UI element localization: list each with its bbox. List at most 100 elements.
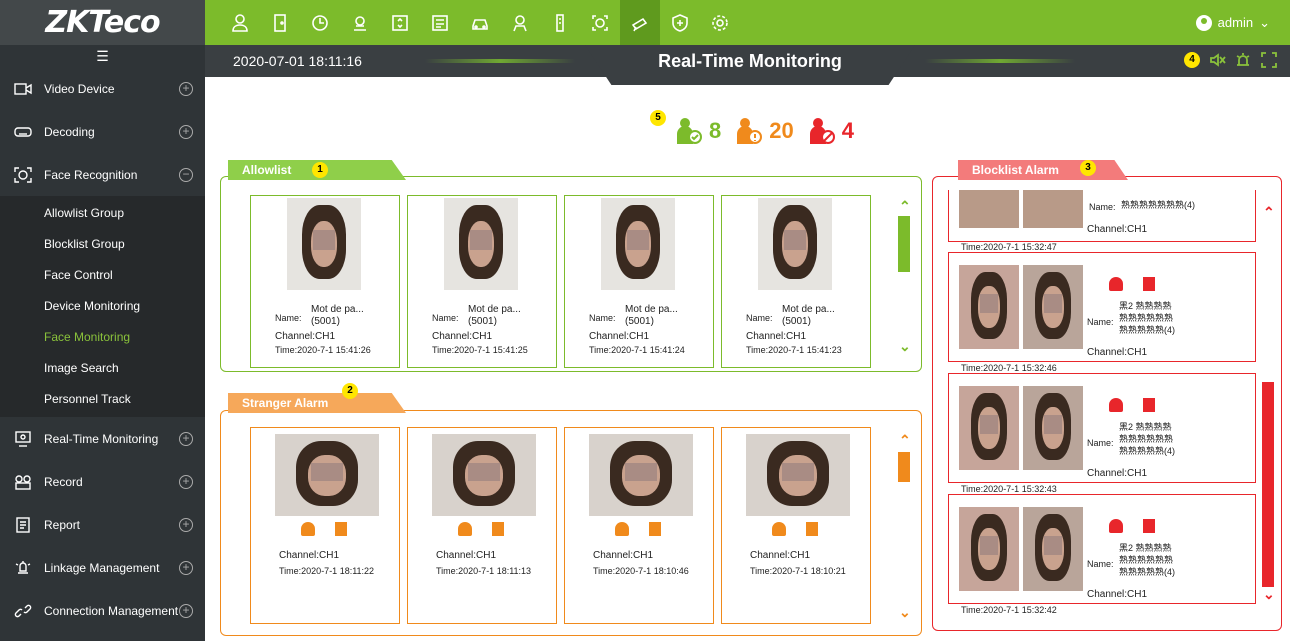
allowlist-card[interactable]: Name: Mot de pa... (5001) Channel:CH1 Time:2… — [407, 195, 557, 368]
document-icon[interactable] — [1143, 277, 1155, 291]
scroll-up-icon[interactable]: ⌃ — [1263, 204, 1275, 221]
stranger-alarm-card[interactable]: Channel:CH1 Time:2020-7-1 18:10:21 — [721, 427, 871, 624]
collapse-menu-icon[interactable]: ☰ — [0, 45, 205, 67]
clock-icon[interactable] — [300, 0, 340, 45]
scroll-down-icon[interactable]: ⌄ — [1263, 586, 1275, 603]
document-icon[interactable] — [649, 522, 661, 536]
captured-photo — [959, 190, 1019, 228]
sidebar-item-face-recognition[interactable]: Face Recognition − — [0, 153, 205, 196]
gear-person-icon[interactable] — [340, 0, 380, 45]
sidebar-item-decoding[interactable]: Decoding + — [0, 110, 205, 153]
user-menu[interactable]: admin ⌄ — [1195, 0, 1270, 45]
id-card-icon[interactable] — [420, 0, 460, 45]
stranger-alarm-card[interactable]: Channel:CH1 Time:2020-7-1 18:10:46 — [564, 427, 714, 624]
blocklist-card[interactable]: Name: 黑2 熟熟熟熟 熟熟熟熟熟熟 熟熟熟熟熟(4) Channel:CH1 Tim… — [948, 373, 1256, 494]
alarm-bell-icon[interactable] — [1109, 398, 1123, 412]
face-scan-icon[interactable] — [580, 0, 620, 45]
name-label: Name: — [1087, 317, 1114, 327]
visitor-icon[interactable] — [500, 0, 540, 45]
door-icon[interactable] — [260, 0, 300, 45]
allowlist-card[interactable]: Name: Mot de pa... (5001) Channel:CH1 Time:2… — [721, 195, 871, 368]
top-nav-bar: ZKTeco admin ⌄ — [0, 0, 1290, 45]
expand-icon[interactable]: + — [179, 603, 193, 618]
sidebar-item-connection-management[interactable]: Connection Management + — [0, 589, 205, 632]
alarm-bell-icon[interactable] — [1109, 519, 1123, 533]
callout-badge: 1 — [312, 162, 328, 178]
expand-icon[interactable]: + — [179, 560, 193, 575]
expand-icon[interactable]: + — [179, 517, 193, 532]
person-name: Mot de pa... — [311, 304, 364, 315]
patrol-icon[interactable] — [660, 0, 700, 45]
document-icon[interactable] — [335, 522, 347, 536]
elevator-icon[interactable] — [380, 0, 420, 45]
person-id: (5001) — [625, 316, 654, 327]
fullscreen-icon[interactable] — [1260, 51, 1278, 69]
expand-icon[interactable]: + — [179, 81, 193, 96]
blocklist-card[interactable]: Name: 黑2 熟熟熟熟 熟熟熟熟熟熟 熟熟熟熟熟(4) Channel:CH1 Tim… — [948, 252, 1256, 373]
sidebar-item-personnel-track[interactable]: Personnel Track — [0, 384, 205, 415]
channel-text: Channel:CH1 — [275, 331, 336, 342]
person-icon[interactable] — [220, 0, 260, 45]
camera-icon[interactable] — [620, 0, 660, 45]
blocklist-card[interactable]: Name: 熟熟熟熟熟熟熟(4) Channel:CH1 Time:2020-7… — [948, 190, 1256, 252]
document-icon[interactable] — [492, 522, 504, 536]
sidebar-item-real-time-monitoring[interactable]: Real-Time Monitoring + — [0, 417, 205, 460]
header-decoration — [425, 59, 575, 63]
stranger-scrollbar[interactable] — [898, 452, 910, 482]
video-icon — [12, 80, 34, 98]
sidebar-item-device-monitoring[interactable]: Device Monitoring — [0, 291, 205, 322]
alarm-bell-icon[interactable] — [615, 522, 629, 536]
stranger-alarm-card[interactable]: Channel:CH1 Time:2020-7-1 18:11:13 — [407, 427, 557, 624]
blocklist-alarm-tab[interactable]: Blocklist Alarm — [958, 160, 1128, 180]
sidebar-item-video-device[interactable]: Video Device + — [0, 67, 205, 110]
allowlist-card[interactable]: Name: Mot de pa... (5001) Channel:CH1 Time:2… — [250, 195, 400, 368]
settings-icon[interactable] — [700, 0, 740, 45]
time-text: Time:2020-7-1 18:10:21 — [750, 566, 846, 576]
allowlist-card[interactable]: Name: Mot de pa... (5001) Channel:CH1 Time:2… — [564, 195, 714, 368]
alarm-toggle-icon[interactable] — [1234, 51, 1252, 69]
expand-icon[interactable]: + — [179, 431, 193, 446]
person-id: (5001) — [468, 316, 497, 327]
scroll-down-icon[interactable]: ⌄ — [899, 604, 911, 621]
face-photo — [275, 434, 379, 516]
pass-icon[interactable] — [540, 0, 580, 45]
document-icon[interactable] — [1143, 398, 1155, 412]
privacy-blur — [469, 230, 493, 251]
alarm-actions — [615, 522, 661, 536]
stranger-person-icon — [737, 118, 763, 144]
alarm-bell-icon[interactable] — [772, 522, 786, 536]
sidebar-item-label: Record — [44, 474, 83, 489]
expand-icon[interactable]: + — [179, 474, 193, 489]
time-text: Time:2020-7-1 18:10:46 — [593, 566, 689, 576]
alarm-actions — [301, 522, 347, 536]
face-photo — [959, 386, 1019, 470]
sidebar-item-allowlist-group[interactable]: Allowlist Group — [0, 198, 205, 229]
zkteco-logo: ZKTeco — [0, 0, 205, 45]
mute-icon[interactable] — [1208, 51, 1226, 69]
sidebar-item-image-search[interactable]: Image Search — [0, 353, 205, 384]
collapse-icon[interactable]: − — [179, 167, 193, 182]
car-icon[interactable] — [460, 0, 500, 45]
sidebar-item-face-control[interactable]: Face Control — [0, 260, 205, 291]
document-icon[interactable] — [806, 522, 818, 536]
time-text: Time:2020-7-1 15:41:25 — [432, 345, 528, 355]
sidebar-item-linkage-management[interactable]: Linkage Management + — [0, 546, 205, 589]
allow-person-icon — [677, 118, 702, 144]
alarm-bell-icon[interactable] — [458, 522, 472, 536]
allowlist-scrollbar[interactable] — [898, 216, 910, 272]
stranger-alarm-card[interactable]: Channel:CH1 Time:2020-7-1 18:11:22 — [250, 427, 400, 624]
sidebar-item-blocklist-group[interactable]: Blocklist Group — [0, 229, 205, 260]
document-icon[interactable] — [1143, 519, 1155, 533]
sidebar-item-record[interactable]: Record + — [0, 460, 205, 503]
blocklist-card[interactable]: Name: 黑2 熟熟熟熟 熟熟熟熟熟熟 熟熟熟熟熟(4) Channel:CH1 Tim… — [948, 494, 1256, 615]
scroll-up-icon[interactable]: ⌃ — [899, 432, 911, 449]
sidebar-item-report[interactable]: Report + — [0, 503, 205, 546]
expand-icon[interactable]: + — [179, 124, 193, 139]
blocklist-scrollbar[interactable] — [1262, 382, 1274, 587]
alarm-bell-icon[interactable] — [1109, 277, 1123, 291]
alarm-bell-icon[interactable] — [301, 522, 315, 536]
sidebar-item-face-monitoring[interactable]: Face Monitoring — [0, 322, 205, 353]
stranger-alarm-tab[interactable]: Stranger Alarm — [228, 393, 406, 413]
scroll-down-icon[interactable]: ⌄ — [899, 338, 911, 355]
scroll-up-icon[interactable]: ⌃ — [899, 198, 911, 215]
